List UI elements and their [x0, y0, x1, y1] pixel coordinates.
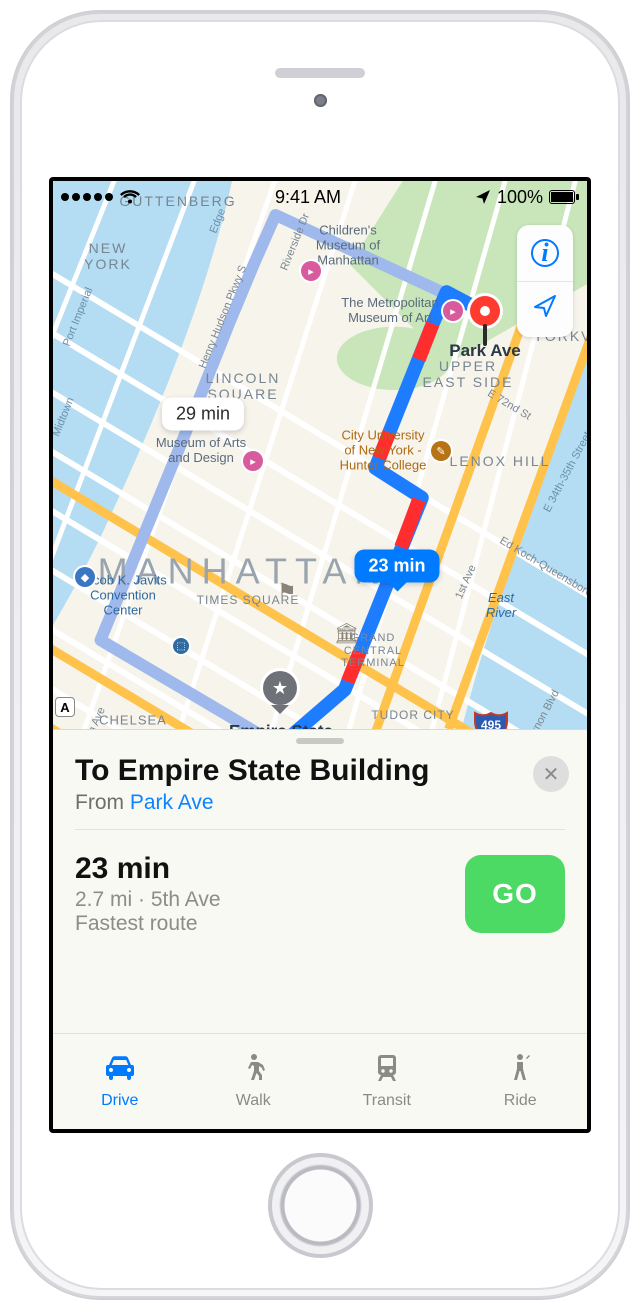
- destination-origin-pin[interactable]: [470, 296, 500, 326]
- locate-button[interactable]: [517, 281, 573, 337]
- transit-icon: [370, 1053, 404, 1088]
- mode-tabs: Drive Walk Transit: [53, 1033, 587, 1129]
- walk-icon: [236, 1053, 270, 1088]
- tab-drive-label: Drive: [101, 1092, 138, 1110]
- poi-moad: Museum of Arts and Design: [156, 436, 246, 466]
- poi-javits-icon: ◆: [75, 567, 95, 587]
- locate-arrow-icon: [532, 293, 558, 326]
- tab-transit[interactable]: Transit: [320, 1034, 454, 1129]
- iphone-frame: 9:41 AM 100%: [10, 10, 630, 1300]
- tab-ride-label: Ride: [504, 1092, 537, 1110]
- destination-pin[interactable]: ★: [263, 671, 297, 705]
- poi-childrens: Children's Museum of Manhattan: [316, 224, 380, 269]
- nh-tudor: TUDOR CITY: [371, 709, 454, 723]
- battery-icon: [549, 190, 579, 204]
- route-summary: 23 min 2.7 mi · 5th Ave Fastest route GO: [75, 829, 565, 936]
- from-link[interactable]: Park Ave: [130, 791, 214, 814]
- nh-upper-east: UPPER EAST SIDE: [423, 358, 514, 390]
- nh-newyork: NEW YORK: [84, 240, 132, 272]
- signal-dots-icon: [61, 193, 113, 201]
- car-icon: [103, 1053, 137, 1088]
- home-button[interactable]: [268, 1153, 373, 1258]
- tab-drive[interactable]: Drive: [53, 1034, 187, 1129]
- poi-childrens-icon: ▸: [301, 261, 321, 281]
- go-button[interactable]: GO: [465, 855, 565, 933]
- battery-percent: 100%: [497, 187, 543, 208]
- flag-icon-1: ⚑: [277, 579, 297, 605]
- card-title: To Empire State Building: [75, 754, 565, 788]
- monument-icon: 🏛: [334, 621, 359, 646]
- poi-cuny-icon: ✎: [431, 441, 451, 461]
- route-eta: 23 min: [75, 852, 221, 886]
- route-card[interactable]: To Empire State Building From Park Ave ✕…: [53, 729, 587, 1129]
- status-time: 9:41 AM: [275, 187, 341, 208]
- poi-met-icon: ▸: [443, 301, 463, 321]
- primary-route-eta[interactable]: 23 min: [354, 550, 439, 583]
- ride-icon: [503, 1053, 537, 1088]
- nh-chelsea: CHELSEA: [99, 714, 167, 729]
- route-fastest: Fastest route: [75, 912, 221, 936]
- subway-dot-1: ⬚: [173, 638, 189, 654]
- nh-lenox: LENOX HILL: [450, 453, 551, 469]
- poi-met: The Metropolitan Museum of Art: [341, 296, 439, 326]
- tab-walk[interactable]: Walk: [187, 1034, 321, 1129]
- poi-east-river: East River: [486, 591, 516, 621]
- close-icon: ✕: [543, 762, 560, 787]
- info-icon: i: [531, 239, 559, 267]
- poi-moad-icon: ▸: [243, 451, 263, 471]
- close-button[interactable]: ✕: [533, 756, 569, 792]
- tab-transit-label: Transit: [363, 1092, 411, 1110]
- card-subtitle: From Park Ave: [75, 791, 565, 815]
- iphone-inner: 9:41 AM 100%: [20, 20, 620, 1290]
- screen: 9:41 AM 100%: [49, 177, 591, 1133]
- wifi-icon: [119, 189, 141, 205]
- alt-route-eta[interactable]: 29 min: [162, 398, 244, 431]
- info-button[interactable]: i: [517, 225, 573, 281]
- front-camera: [314, 94, 327, 107]
- location-arrow-icon: [475, 189, 491, 205]
- map-controls: i: [517, 225, 573, 337]
- route-a-badge: A: [55, 697, 75, 717]
- route-distance-via: 2.7 mi · 5th Ave: [75, 888, 221, 912]
- status-bar: 9:41 AM 100%: [53, 181, 587, 213]
- tab-walk-label: Walk: [236, 1092, 271, 1110]
- speaker: [275, 68, 365, 78]
- tab-ride[interactable]: Ride: [454, 1034, 588, 1129]
- from-label: From: [75, 791, 124, 814]
- poi-cuny: City University of New York - Hunter Col…: [340, 429, 427, 474]
- card-grabber[interactable]: [296, 738, 344, 744]
